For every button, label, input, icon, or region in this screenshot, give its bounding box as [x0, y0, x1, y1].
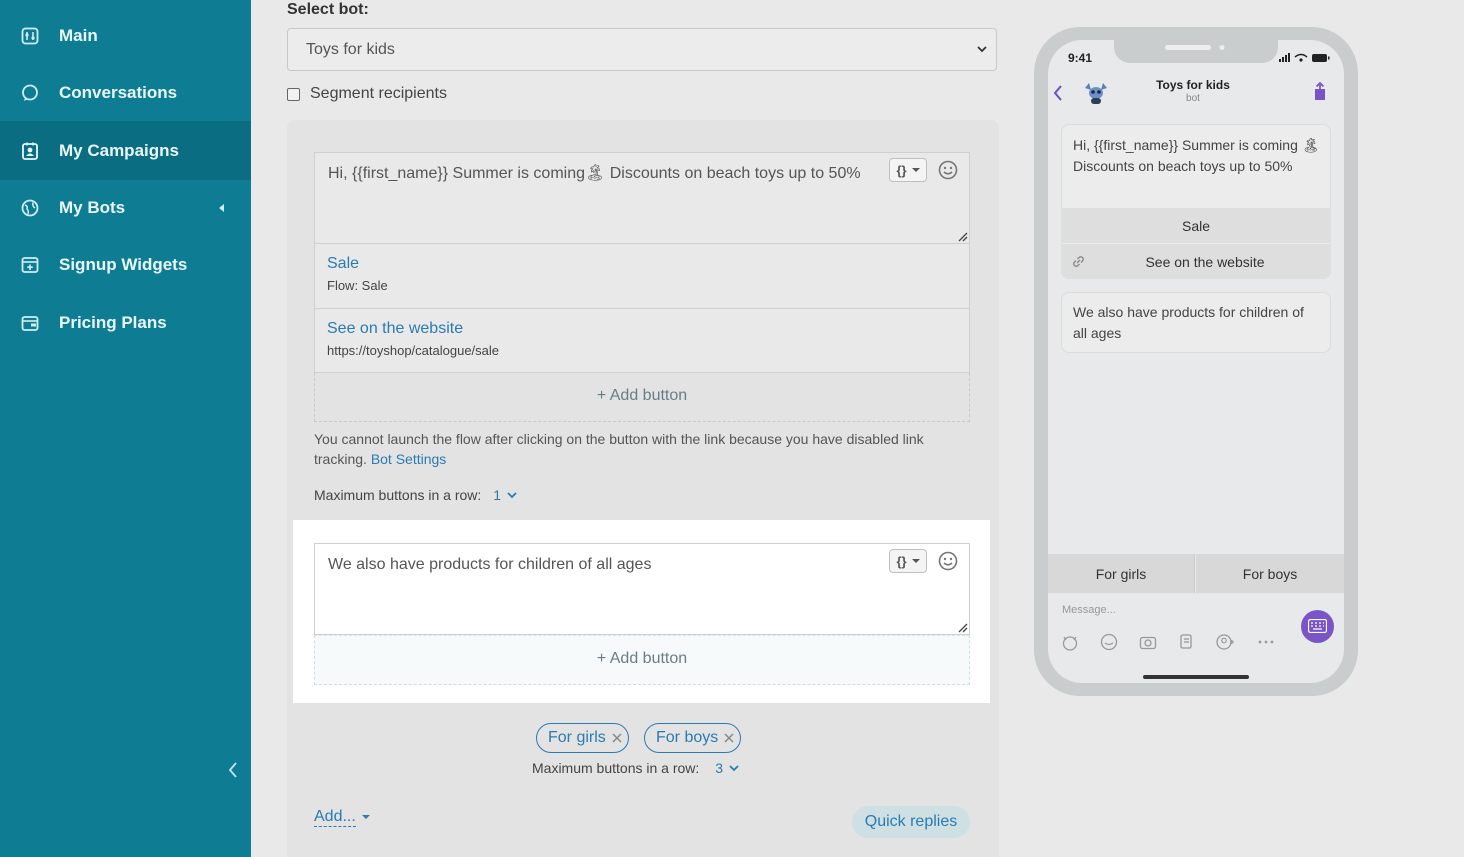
contact-icon[interactable] [1216, 633, 1234, 651]
close-icon[interactable] [724, 733, 734, 743]
max-row-label: Maximum buttons in a row: [314, 487, 482, 503]
chip-label: For girls [548, 729, 606, 746]
caret-down-icon [911, 168, 920, 172]
max-row-label: Maximum buttons in a row: [532, 760, 700, 776]
widget-icon [21, 256, 39, 273]
gif-icon[interactable] [1100, 633, 1118, 651]
bot-select[interactable]: Toys for kids [287, 28, 997, 71]
campaign-icon [22, 142, 38, 160]
message-text-2[interactable]: We also have products for children of al… [328, 553, 868, 577]
bot-settings-link[interactable]: Bot Settings [371, 451, 447, 467]
variables-button[interactable]: {} [889, 158, 927, 182]
chevron-down-icon [977, 46, 987, 53]
sidebar-item-label: My Bots [59, 197, 126, 217]
camera-icon[interactable] [1139, 633, 1157, 651]
sidebar-item-main[interactable]: Main [0, 7, 251, 64]
keyboard-button[interactable] [1301, 610, 1334, 643]
message-button-website[interactable]: See on the website https://toyshop/catal… [314, 309, 970, 373]
emoji-icon[interactable] [938, 160, 958, 180]
more-icon[interactable] [1257, 633, 1275, 651]
braces-icon: {} [896, 553, 907, 569]
phone-bot-title: Toys for kids [1156, 78, 1230, 92]
quick-reply-chip-boys[interactable]: For boys [644, 723, 742, 753]
button-subtitle: Flow: Sale [327, 278, 388, 293]
phone-message-text-1: Hi, {{first_name}} Summer is coming 🏝 Di… [1073, 137, 1320, 174]
max-buttons-row-2: Maximum buttons in a row: 3 [532, 760, 739, 776]
link-tracking-note: You cannot launch the flow after clickin… [314, 429, 974, 469]
phone-button-label: Sale [1181, 217, 1211, 234]
chat-bubble-icon [22, 84, 38, 101]
bot-avatar [1085, 83, 1107, 104]
expand-caret-icon[interactable] [219, 203, 224, 212]
dashboard-icon [21, 27, 39, 44]
variables-button[interactable]: {} [889, 549, 927, 573]
message-text-1[interactable]: Hi, {{first_name}} Summer is coming🏝 Dis… [328, 162, 868, 186]
phone-speaker [1165, 45, 1225, 50]
resize-handle-icon[interactable] [958, 232, 968, 242]
close-icon[interactable] [612, 733, 622, 743]
phone-button-label: See on the website [1145, 253, 1265, 270]
message-editor-1[interactable]: Hi, {{first_name}} Summer is coming🏝 Dis… [314, 152, 970, 244]
quick-replies-button[interactable]: Quick replies [852, 806, 970, 838]
caret-down-icon [362, 815, 370, 819]
home-indicator [1143, 675, 1249, 679]
sidebar: Main Conversations My Campaigns My Bots … [0, 0, 251, 857]
phone-quick-reply-label: For girls [1095, 565, 1147, 582]
phone-message-input[interactable]: Message... [1062, 604, 1116, 616]
phone-quick-reply-label: For boys [1242, 565, 1298, 582]
document-icon[interactable] [1178, 633, 1196, 651]
button-title[interactable]: Sale [327, 255, 359, 273]
phone-button-website[interactable]: See on the website [1061, 244, 1331, 279]
wallet-icon [21, 315, 39, 331]
message-button-sale[interactable]: Sale Flow: Sale [314, 244, 970, 309]
sidebar-item-conversations[interactable]: Conversations [0, 64, 251, 121]
quick-reply-chip-girls[interactable]: For girls [536, 723, 629, 753]
phone-message-text-2: We also have products for children of al… [1073, 304, 1304, 341]
keyboard-icon [1308, 619, 1327, 633]
bot-globe-icon [21, 199, 39, 216]
sidebar-item-label: Conversations [59, 82, 178, 102]
message-editor-2[interactable]: We also have products for children of al… [314, 543, 970, 635]
back-icon[interactable] [1052, 84, 1064, 102]
collapse-sidebar-icon[interactable] [226, 761, 240, 779]
link-icon [1073, 256, 1084, 267]
add-menu-dropdown[interactable]: Add... [314, 808, 356, 827]
sidebar-item-label: Signup Widgets [59, 254, 188, 274]
status-bar-icons [1279, 53, 1330, 62]
add-button-1[interactable]: + Add button [314, 373, 970, 422]
chevron-down-icon[interactable] [729, 764, 739, 772]
sidebar-item-label: Pricing Plans [59, 312, 167, 332]
phone-bot-subtitle: bot [1186, 93, 1200, 104]
sidebar-item-my-campaigns[interactable]: My Campaigns [0, 121, 251, 180]
resize-handle-icon[interactable] [958, 623, 968, 633]
sticker-icon[interactable] [1061, 633, 1079, 651]
button-title[interactable]: See on the website [327, 320, 463, 338]
checkbox-box[interactable] [287, 87, 300, 101]
max-buttons-row-1: Maximum buttons in a row: 1 [314, 487, 517, 503]
sidebar-item-my-bots[interactable]: My Bots [0, 179, 251, 236]
braces-icon: {} [896, 162, 907, 178]
phone-message-bubble-2: We also have products for children of al… [1061, 292, 1331, 353]
chip-label: For boys [656, 729, 719, 746]
button-subtitle: https://toyshop/catalogue/sale [327, 343, 500, 358]
caret-down-icon [911, 559, 920, 563]
sidebar-item-label: Main [59, 25, 98, 45]
select-bot-label: Select bot: [287, 1, 369, 18]
segment-recipients-checkbox[interactable]: Segment recipients [287, 85, 447, 103]
chevron-down-icon[interactable] [507, 491, 517, 499]
phone-quick-reply-boys[interactable]: For boys [1196, 554, 1344, 593]
sidebar-item-signup-widgets[interactable]: Signup Widgets [0, 236, 251, 293]
max-row-value[interactable]: 1 [493, 487, 501, 503]
sidebar-item-pricing-plans[interactable]: Pricing Plans [0, 294, 251, 351]
share-icon[interactable] [1313, 82, 1327, 102]
sidebar-item-label: My Campaigns [59, 140, 179, 160]
phone-time: 9:41 [1068, 51, 1093, 65]
phone-button-sale[interactable]: Sale [1061, 208, 1331, 243]
phone-quick-reply-girls[interactable]: For girls [1048, 554, 1195, 593]
emoji-icon[interactable] [938, 551, 958, 571]
max-row-value[interactable]: 3 [715, 760, 723, 776]
add-button-2[interactable]: + Add button [314, 635, 970, 685]
bot-select-value: Toys for kids [306, 40, 395, 58]
segment-label: Segment recipients [310, 85, 447, 102]
